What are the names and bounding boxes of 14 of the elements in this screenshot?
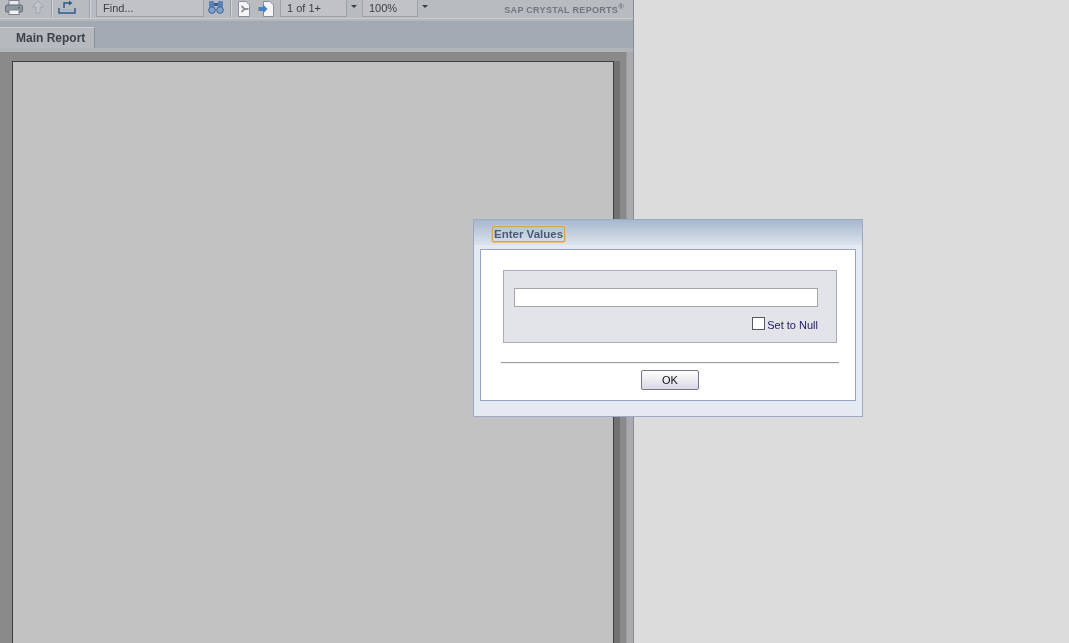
page-number-field[interactable]: 1 of 1+ bbox=[280, 0, 347, 17]
ok-button[interactable]: OK bbox=[641, 370, 699, 390]
caret-icon bbox=[422, 4, 428, 8]
dialog-title: Enter Values bbox=[492, 226, 566, 242]
find-button[interactable] bbox=[206, 0, 225, 17]
brand-logo-text: SAP CRYSTAL REPORTS$^{®}$ bbox=[504, 2, 624, 15]
find-field[interactable]: Find... bbox=[96, 0, 204, 17]
zoom-field[interactable]: 100% bbox=[362, 0, 418, 17]
input-field[interactable] bbox=[514, 288, 818, 307]
binoculars-icon bbox=[207, 0, 224, 14]
caret-icon bbox=[351, 4, 357, 8]
checkbox[interactable] bbox=[752, 317, 766, 330]
checkbox-label: Set to Null bbox=[767, 319, 818, 331]
tab[interactable]: Main Report bbox=[0, 27, 95, 48]
